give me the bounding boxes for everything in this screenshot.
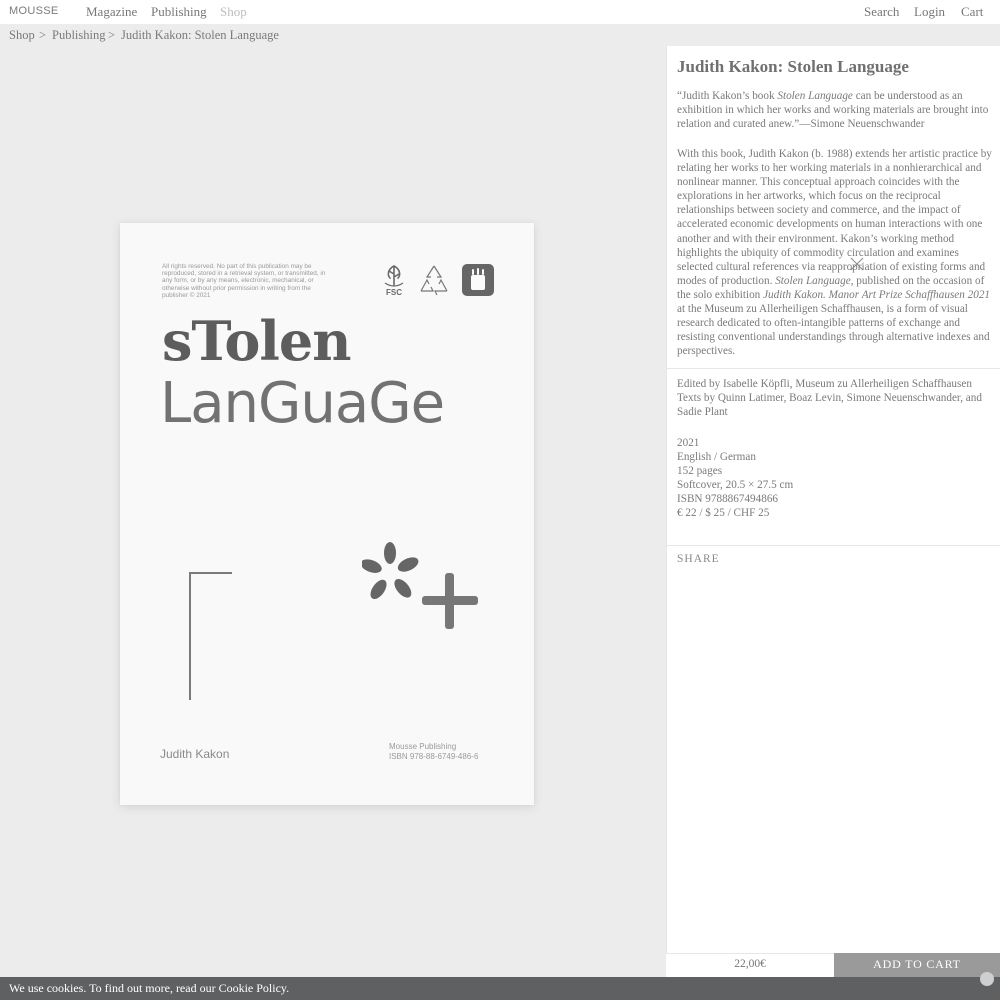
breadcrumb-publishing[interactable]: Publishing bbox=[52, 28, 106, 43]
product-description: With this book, Judith Kakon (b. 1988) e… bbox=[677, 148, 992, 358]
breadcrumb-separator: > bbox=[108, 28, 116, 42]
nav-login[interactable]: Login bbox=[914, 4, 945, 20]
spec-language: English / German bbox=[677, 451, 756, 464]
spec-format: Softcover, 20.5 × 27.5 cm bbox=[677, 479, 794, 492]
breadcrumb-separator: > bbox=[39, 28, 47, 42]
nav-publishing[interactable]: Publishing bbox=[151, 4, 207, 20]
book-publisher-info: Mousse Publishing ISBN 978-88-6749-486-6 bbox=[389, 742, 478, 762]
bracket-graphic bbox=[189, 572, 232, 700]
spec-price: € 22 / $ 25 / CHF 25 bbox=[677, 507, 770, 520]
chat-icon[interactable] bbox=[980, 972, 994, 986]
top-navigation: MOUSSE Magazine Publishing Shop Search L… bbox=[0, 0, 1000, 24]
recycle-icon bbox=[417, 263, 451, 302]
cookie-banner: We use cookies. To find out more, read o… bbox=[0, 977, 1000, 1000]
nav-magazine[interactable]: Magazine bbox=[86, 4, 137, 20]
spec-isbn: ISBN 9788867494866 bbox=[677, 493, 779, 506]
book-isbn: ISBN 978-88-6749-486-6 bbox=[389, 752, 479, 761]
book-legal-text: All rights reserved. No part of this pub… bbox=[162, 263, 326, 299]
divider bbox=[667, 368, 1000, 369]
book-cover-image: All rights reserved. No part of this pub… bbox=[120, 223, 534, 805]
divider bbox=[667, 545, 1000, 546]
product-texts: Texts by Quinn Latimer, Boaz Levin, Simo… bbox=[677, 392, 982, 419]
breadcrumb-shop[interactable]: Shop bbox=[9, 28, 35, 43]
spec-year: 2021 bbox=[677, 437, 700, 449]
book-publisher: Mousse Publishing bbox=[389, 742, 457, 751]
add-to-cart-button[interactable]: ADD TO CART bbox=[834, 953, 1000, 977]
product-editors: Edited by Isabelle Köpfli, Museum zu All… bbox=[677, 378, 972, 390]
asterisk-plus-graphic bbox=[360, 541, 486, 640]
book-title-line2: LanGuaGe bbox=[160, 371, 445, 436]
close-icon[interactable] bbox=[850, 257, 864, 276]
cookie-text[interactable]: We use cookies. To find out more, read o… bbox=[9, 981, 289, 996]
price-display: 22,00€ bbox=[666, 953, 834, 977]
product-info-panel: Judith Kakon: Stolen Language “Judith Ka… bbox=[666, 46, 1000, 977]
nav-search[interactable]: Search bbox=[864, 4, 899, 20]
brand-logo[interactable]: MOUSSE bbox=[9, 5, 58, 17]
nav-cart[interactable]: Cart bbox=[961, 4, 983, 20]
fsc-label: FSC bbox=[386, 288, 402, 297]
book-author: Judith Kakon bbox=[160, 747, 230, 761]
spec-pages: 152 pages bbox=[677, 465, 723, 478]
product-specs: 2021 English / German 152 pages Softcove… bbox=[677, 436, 793, 521]
fsc-tree-icon: FSC bbox=[380, 263, 408, 302]
print-certification-icon bbox=[461, 263, 495, 302]
product-quote: “Judith Kakon’s book Stolen Language can… bbox=[677, 90, 989, 131]
share-button[interactable]: SHARE bbox=[677, 553, 720, 565]
breadcrumb: Shop > Publishing > Judith Kakon: Stolen… bbox=[0, 24, 1000, 46]
breadcrumb-current: Judith Kakon: Stolen Language bbox=[121, 28, 279, 42]
product-title: Judith Kakon: Stolen Language bbox=[677, 57, 909, 76]
book-title-line1: sTolen bbox=[162, 309, 352, 373]
nav-shop[interactable]: Shop bbox=[220, 4, 247, 20]
product-image-panel[interactable]: All rights reserved. No part of this pub… bbox=[0, 46, 666, 977]
